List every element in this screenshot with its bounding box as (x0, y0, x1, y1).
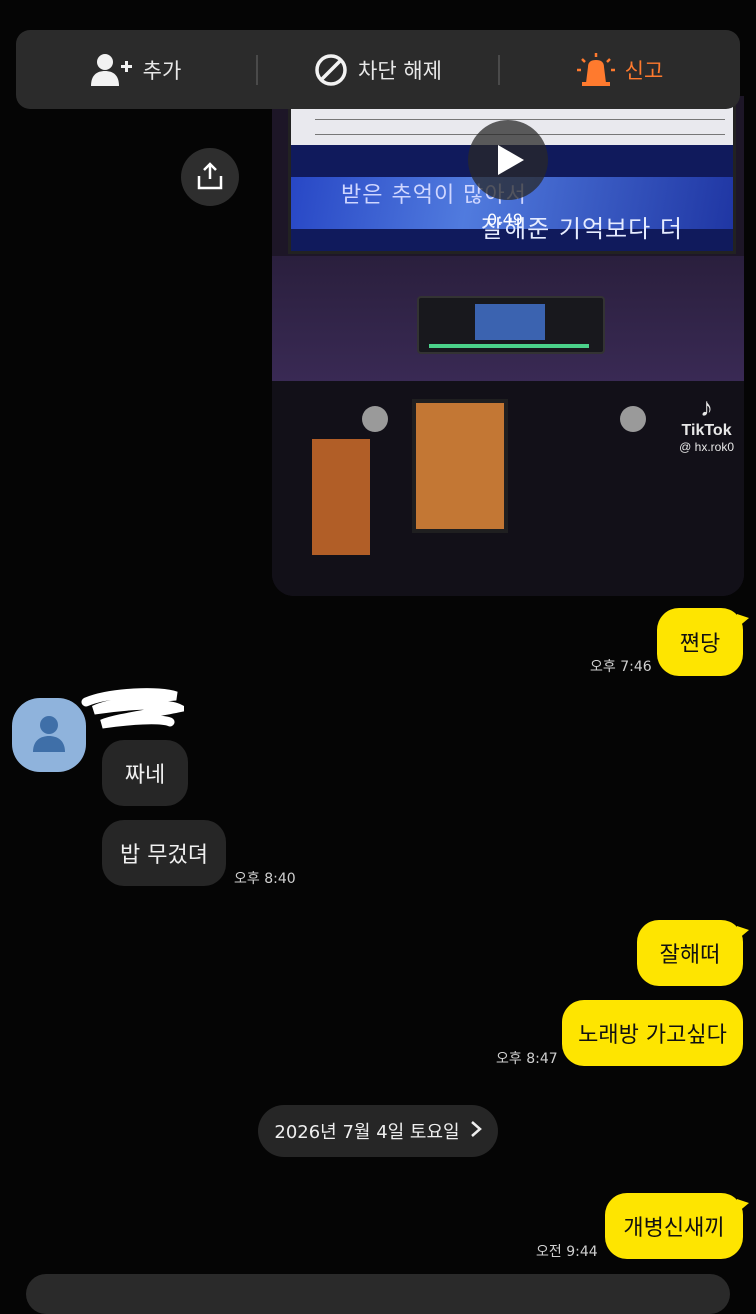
message-timestamp: 오후 7:46 (590, 659, 652, 675)
message-text: 잘해떠 (659, 943, 721, 968)
message-input-bar[interactable] (26, 1274, 730, 1314)
unblock-label: 차단 해제 (358, 58, 442, 83)
share-icon (197, 162, 223, 190)
message-timestamp: 오후 8:47 (496, 1051, 558, 1067)
poster-center (412, 399, 508, 533)
report-label: 신고 (624, 58, 664, 83)
tiktok-watermark: ♪ TikTok @ hx.rok0 (679, 392, 734, 454)
message-text: 짜네 (124, 763, 166, 788)
add-friend-label: 추가 (142, 58, 182, 83)
unblock-button[interactable]: 차단 해제 (258, 53, 498, 87)
machine-light (429, 344, 589, 348)
message-text: 쪈당 (679, 632, 721, 657)
message-bubble-mine[interactable]: 잘해떠 (637, 920, 749, 986)
message-bubble-mine[interactable]: 개병신새끼 (605, 1193, 749, 1259)
block-icon (314, 53, 348, 87)
message-bubble-theirs[interactable]: 짜네 (102, 740, 188, 806)
play-button[interactable] (468, 120, 548, 200)
poster-left (312, 439, 370, 555)
machine-display (475, 304, 545, 340)
add-friend-button[interactable]: 추가 (16, 53, 256, 87)
message-bubble-mine[interactable]: 쪈당 (657, 608, 749, 676)
knob (620, 406, 646, 432)
message-timestamp: 오후 8:40 (234, 871, 296, 887)
chat-action-bar: 추가 차단 해제 신고 (16, 30, 740, 109)
message-text: 개병신새끼 (623, 1216, 725, 1241)
redacted-name (81, 688, 184, 729)
message-bubble-mine[interactable]: 노래방 가고싶다 (562, 1000, 743, 1066)
tiktok-logo-icon: ♪ (700, 392, 714, 422)
siren-icon (576, 52, 615, 87)
message-text: 노래방 가고싶다 (578, 1023, 727, 1048)
avatar[interactable] (12, 698, 86, 772)
date-divider[interactable]: 2026년 7월 4일 토요일 (258, 1105, 498, 1157)
tiktok-brand: TikTok (681, 422, 732, 439)
share-button[interactable] (181, 148, 239, 206)
message-timestamp: 오전 9:44 (536, 1244, 598, 1260)
tiktok-handle: @ hx.rok0 (679, 440, 734, 454)
date-label: 2026년 7월 4일 토요일 (274, 1122, 460, 1143)
add-friend-icon (90, 53, 133, 87)
video-duration: 0:49 (487, 210, 523, 229)
message-text: 밥 무겄뎌 (120, 843, 208, 868)
knob (362, 406, 388, 432)
play-icon (498, 145, 524, 175)
karaoke-machine (417, 296, 605, 354)
report-button[interactable]: 신고 (500, 52, 740, 87)
profile-icon (33, 716, 65, 752)
chevron-right-icon (470, 1120, 482, 1143)
message-bubble-theirs[interactable]: 밥 무겄뎌 (102, 820, 226, 886)
